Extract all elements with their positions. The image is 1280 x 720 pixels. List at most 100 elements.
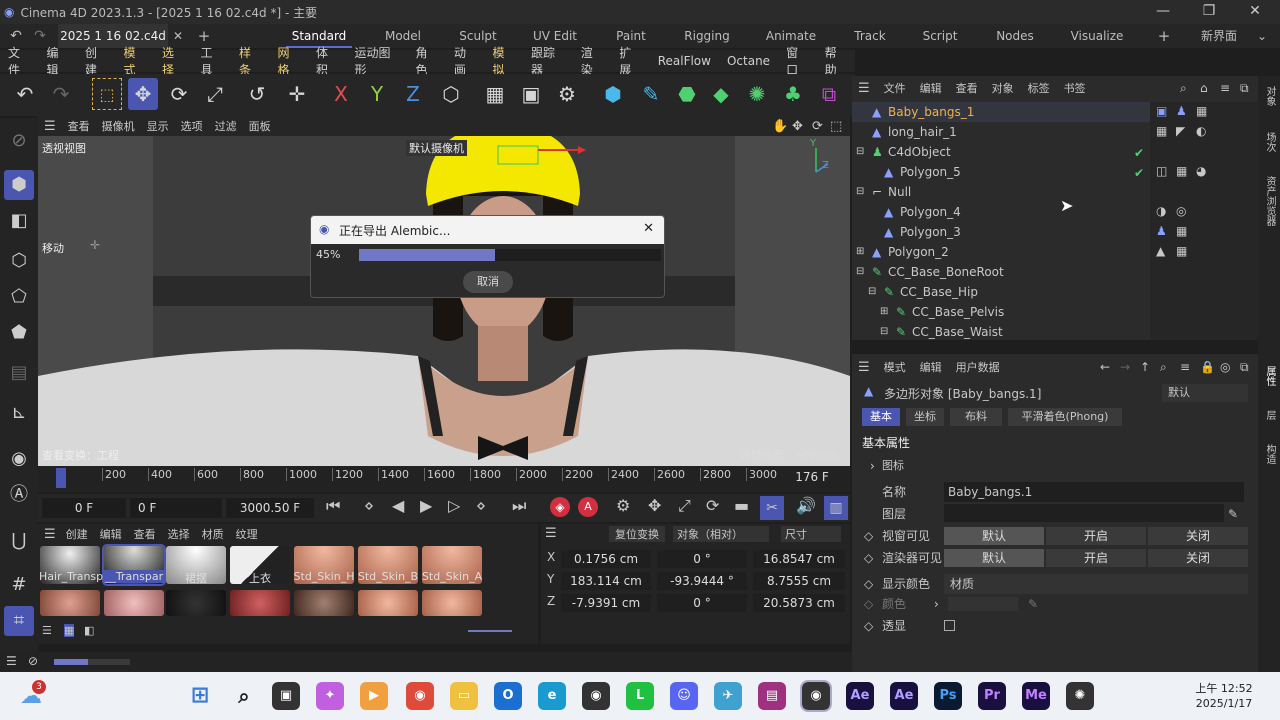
render-picture-viewer-icon[interactable]: ▣ (516, 78, 546, 110)
keyframe-diamond-icon[interactable]: ◇ (864, 548, 873, 568)
grid-icon[interactable]: # (4, 570, 34, 600)
premiere-icon[interactable]: Pr (978, 682, 1006, 710)
large-view-icon[interactable]: ◧ (84, 624, 94, 637)
transform-tool-icon[interactable]: ✛ (282, 78, 312, 110)
menu-animate[interactable]: 动画 (446, 44, 485, 78)
task-view-icon[interactable]: ▣ (272, 682, 300, 710)
expand-icon[interactable]: ⊟ (856, 262, 864, 282)
visible-render-default[interactable]: 默认 (944, 549, 1044, 567)
timeline-menu-icon[interactable]: ▥ (824, 496, 848, 520)
menu-realflow[interactable]: RealFlow (650, 54, 719, 68)
after-effects-2-icon[interactable]: Ae (890, 682, 918, 710)
redo-icon[interactable]: ↷ (46, 78, 76, 110)
status-menu-icon[interactable]: ☰ (6, 654, 17, 668)
menu-tools[interactable]: 工具 (193, 44, 232, 78)
side-tab-layers[interactable]: 层 (1262, 410, 1277, 420)
expand-icon[interactable]: ⊞ (856, 242, 864, 262)
spline-pen-icon[interactable]: ✎ (636, 78, 666, 110)
reset-transform-button[interactable]: 复位变换 (609, 526, 665, 542)
cancel-button[interactable]: 取消 (463, 271, 513, 293)
name-field[interactable]: Baby_bangs.1 (944, 482, 1244, 502)
y-axis-lock-icon[interactable]: Y (362, 78, 392, 110)
tag-icon[interactable]: ◕ (1196, 164, 1206, 178)
cinema4d-icon[interactable]: ◉ (582, 682, 610, 710)
expand-icon[interactable]: ⊟ (868, 282, 876, 302)
viewport-panel-menu-icon[interactable]: ☰ (44, 119, 56, 134)
tag-icon[interactable]: ◐ (1196, 124, 1206, 138)
material-menu-edit[interactable]: 编辑 (100, 526, 122, 542)
z-axis-lock-icon[interactable]: Z (398, 78, 428, 110)
winrar-icon[interactable]: ▤ (758, 682, 786, 710)
cloner-icon[interactable]: ✺ (742, 78, 772, 110)
menu-mode[interactable]: 模式 (116, 44, 155, 78)
material-swatch[interactable] (166, 590, 226, 616)
material-panel-menu-icon[interactable]: ☰ (44, 527, 56, 542)
search-icon[interactable]: ⌕ (230, 682, 258, 710)
minimize-button[interactable]: — (1140, 0, 1186, 24)
coordinate-system-icon[interactable]: ⬡ (436, 78, 466, 110)
edges-mode-icon[interactable]: ⬠ (4, 282, 34, 312)
viewport-menu-options[interactable]: 选项 (181, 118, 203, 134)
viewport-menu-view[interactable]: 查看 (68, 118, 90, 134)
menu-character[interactable]: 角色 (407, 44, 446, 78)
enable-axis-icon[interactable]: ⊘ (4, 126, 34, 156)
rotation-h-field[interactable]: 0 ° (657, 550, 747, 568)
material-swatch[interactable] (104, 590, 164, 616)
play-icon[interactable]: ▶ (420, 496, 432, 515)
coord-mode-dropdown[interactable]: 对象（相对） (673, 526, 769, 542)
menu-file[interactable]: 文件 (0, 44, 39, 78)
viewport-menu-display[interactable]: 显示 (147, 118, 169, 134)
rotate-tool-icon[interactable]: ⟳ (164, 78, 194, 110)
attribute-menu-mode[interactable]: 模式 (884, 359, 906, 375)
position-x-field[interactable]: 0.1756 cm (561, 550, 651, 568)
material-swatch[interactable] (230, 590, 290, 616)
object-new-window-icon[interactable]: ⧉ (1240, 81, 1249, 96)
x-axis-lock-icon[interactable]: X (326, 78, 356, 110)
material-swatch[interactable] (40, 590, 100, 616)
side-tab-attributes[interactable]: 属性 (1262, 366, 1277, 386)
viewport-maximize-icon[interactable]: ⬚ (830, 119, 842, 134)
object-menu-objects[interactable]: 对象 (992, 80, 1014, 96)
chrome-icon[interactable]: ◉ (406, 682, 434, 710)
media-encoder-icon[interactable]: Me (1022, 682, 1050, 710)
visible-editor-default[interactable]: 默认 (944, 527, 1044, 545)
side-tab-structure[interactable]: 构造 (1262, 444, 1277, 464)
menu-extensions[interactable]: 扩展 (611, 44, 650, 78)
add-layout-icon[interactable]: + (1154, 24, 1174, 48)
prev-key-icon[interactable]: ⋄ (364, 496, 374, 515)
layout-tab-nodes[interactable]: Nodes (982, 24, 1048, 48)
expand-icon[interactable]: ⊟ (856, 142, 864, 162)
size-y-field[interactable]: 8.7555 cm (753, 572, 845, 590)
menu-simulate[interactable]: 模拟 (484, 44, 523, 78)
timeline-ruler[interactable]: 0200400600800100012001400160018002000220… (38, 466, 850, 492)
position-y-field[interactable]: 183.114 cm (561, 572, 651, 590)
menu-edit[interactable]: 编辑 (39, 44, 78, 78)
workplane-icon[interactable]: ⊾ (4, 398, 34, 428)
color-swatch[interactable] (948, 597, 1018, 611)
dialog-close-button[interactable]: ✕ (643, 221, 654, 236)
goto-start-icon[interactable]: ⏮ (326, 496, 340, 516)
maps-app-icon[interactable]: ✈ (714, 682, 742, 710)
eyedropper-icon[interactable]: ✎ (1028, 594, 1038, 614)
attribute-new-window-icon[interactable]: ⧉ (1240, 360, 1249, 375)
uv-mode-icon[interactable]: ▤ (4, 358, 34, 388)
attribute-menu-userdata[interactable]: 用户数据 (956, 359, 1000, 375)
material-menu-view[interactable]: 查看 (134, 526, 156, 542)
object-panel-menu-icon[interactable]: ☰ (858, 81, 870, 96)
menu-tracker[interactable]: 跟踪器 (523, 44, 573, 78)
live-selection-icon[interactable]: ⬚ (92, 78, 122, 110)
next-key-icon[interactable]: ⋄ (476, 496, 486, 515)
object-menu-bookmarks[interactable]: 书签 (1064, 80, 1086, 96)
photoshop-icon[interactable]: Ps (934, 682, 962, 710)
texture-mode-icon[interactable]: ◧ (4, 206, 34, 236)
undo-icon[interactable]: ↶ (10, 78, 40, 110)
key-rotation-icon[interactable]: ⟳ (706, 496, 719, 515)
material-swatch[interactable] (294, 590, 354, 616)
keyframe-diamond-icon[interactable]: ◇ (864, 594, 873, 614)
new-ui-button[interactable]: 新界面 (1196, 24, 1242, 48)
target-icon[interactable]: ◎ (1220, 360, 1230, 374)
viewport-menu-filter[interactable]: 过滤 (215, 118, 237, 134)
copilot-icon[interactable]: ✦ (316, 682, 344, 710)
camera-label[interactable]: 默认摄像机 (406, 140, 467, 156)
after-effects-icon[interactable]: Ae (846, 682, 874, 710)
